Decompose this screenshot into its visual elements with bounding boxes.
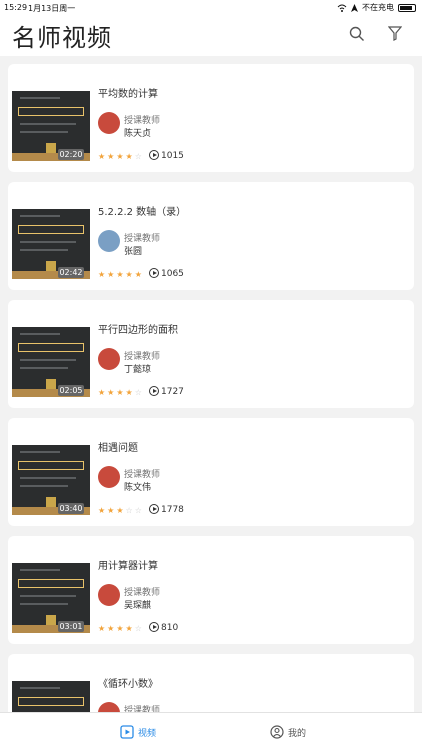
teacher-role: 授课教师 (124, 234, 161, 244)
teacher-name: 陈文伟 (124, 483, 152, 493)
rating-stars: ★★★★☆ (98, 388, 144, 397)
status-date: 1月13日周一 (28, 4, 76, 13)
tab-mine-label: 我的 (288, 728, 307, 739)
battery-icon (398, 3, 416, 12)
view-count: 1065 (161, 269, 184, 279)
video-title[interactable]: 《循环小数》 (98, 675, 158, 690)
video-title[interactable]: 相遇问题 (98, 439, 138, 454)
status-bar: 15:29 1月13日周一 不在充电 (0, 0, 422, 16)
teacher-role: 授课教师 (124, 470, 161, 480)
play-count-icon (149, 268, 159, 278)
video-card[interactable]: 02:05 平行四边形的面积 授课教师 丁懿琼 ★★★★☆ 1727 (8, 300, 414, 408)
teacher-avatar (98, 112, 120, 134)
header: 名师视频 (0, 16, 422, 56)
teacher-avatar (98, 230, 120, 252)
video-card[interactable]: 03:40 相遇问题 授课教师 陈文伟 ★★★☆☆ 1778 (8, 418, 414, 526)
teacher-name: 陈天贞 (124, 129, 152, 139)
video-title[interactable]: 用计算器计算 (98, 557, 158, 572)
teacher-role: 授课教师 (124, 706, 161, 712)
rating-stars: ★★★☆☆ (98, 506, 144, 515)
status-time: 15:29 (4, 3, 28, 12)
tab-video-label: 视频 (138, 728, 157, 739)
view-count: 1778 (161, 505, 184, 515)
play-count-icon (149, 622, 159, 632)
view-count: 1015 (161, 151, 184, 161)
teacher-avatar (98, 466, 120, 488)
video-card[interactable]: 03:01 用计算器计算 授课教师 吴琛麒 ★★★★☆ 810 (8, 536, 414, 644)
tab-mine[interactable]: 我的 (270, 723, 306, 741)
teacher-name: 吴琛麒 (124, 601, 152, 611)
status-right: 不在充电 (337, 2, 416, 13)
teacher-avatar (98, 348, 120, 370)
teacher-name: 丁懿琼 (124, 365, 152, 375)
video-title[interactable]: 平行四边形的面积 (98, 321, 178, 336)
rating-stars: ★★★★☆ (98, 152, 144, 161)
view-count: 810 (161, 623, 179, 633)
video-thumbnail[interactable] (12, 681, 90, 712)
teacher-avatar (98, 584, 120, 606)
tab-video[interactable]: 视频 (120, 723, 156, 741)
video-duration: 02:42 (58, 267, 84, 278)
teacher-role: 授课教师 (124, 116, 161, 126)
teacher-avatar (98, 702, 120, 712)
location-icon (351, 3, 358, 12)
video-card[interactable]: 《循环小数》 授课教师 ☆☆☆☆☆ (8, 654, 414, 712)
video-duration: 03:01 (58, 621, 84, 632)
teacher-name: 张圆 (124, 247, 143, 257)
video-duration: 03:40 (58, 503, 84, 514)
video-list: 02:20 平均数的计算 授课教师 陈天贞 ★★★★☆ 1015 02:42 5… (0, 56, 422, 712)
wifi-icon (337, 4, 347, 12)
view-count: 1727 (161, 387, 184, 397)
video-title[interactable]: 平均数的计算 (98, 85, 158, 100)
video-card[interactable]: 02:20 平均数的计算 授课教师 陈天贞 ★★★★☆ 1015 (8, 64, 414, 172)
video-title[interactable]: 5.2.2.2 数轴（录） (98, 203, 186, 218)
search-icon[interactable] (349, 26, 365, 42)
play-count-icon (149, 504, 159, 514)
teacher-role: 授课教师 (124, 352, 161, 362)
rating-stars: ★★★★★ (98, 270, 144, 279)
play-count-icon (149, 386, 159, 396)
rating-stars: ★★★★☆ (98, 624, 144, 633)
video-card[interactable]: 02:42 5.2.2.2 数轴（录） 授课教师 张圆 ★★★★★ 1065 (8, 182, 414, 290)
play-count-icon (149, 150, 159, 160)
tab-bar: 视频 我的 (0, 712, 422, 750)
video-duration: 02:20 (58, 149, 84, 160)
page-title: 名师视频 (12, 24, 112, 52)
filter-icon[interactable] (388, 26, 402, 42)
video-duration: 02:05 (58, 385, 84, 396)
teacher-role: 授课教师 (124, 588, 161, 598)
charging-status: 不在充电 (362, 3, 394, 12)
user-icon (270, 725, 284, 739)
video-tab-icon (120, 725, 134, 739)
